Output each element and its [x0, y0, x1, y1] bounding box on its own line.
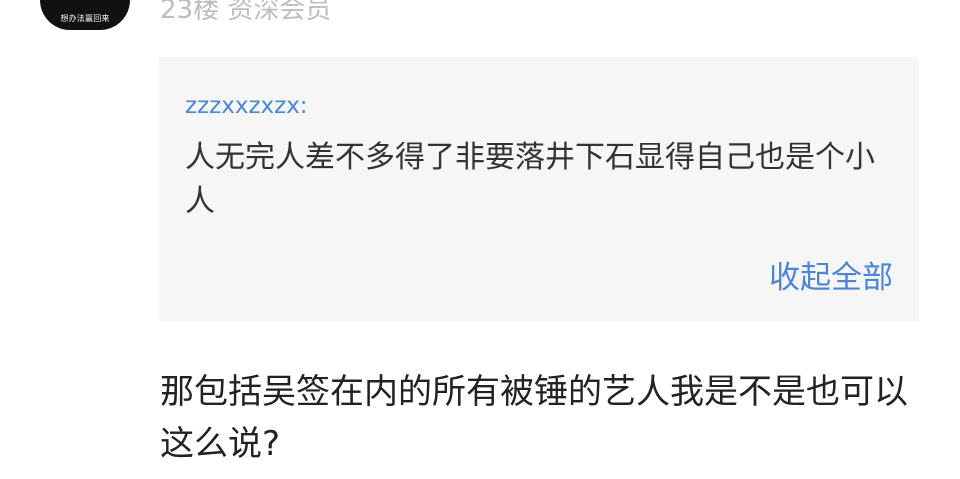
avatar-caption: 想办法赢回来 [60, 14, 110, 23]
reply-text: 那包括吴签在内的所有被锤的艺人我是不是也可以这么说? [160, 372, 908, 464]
floor-and-rank: 23楼 资深会员 [160, 0, 332, 25]
quoted-username[interactable]: zzzxxzxzx: [185, 91, 308, 121]
collapse-all-link[interactable]: 收起全部 [769, 256, 893, 300]
quoted-comment: zzzxxzxzx: 人无完人差不多得了非要落井下石显得自己也是个小人 收起全部 [159, 57, 919, 321]
user-avatar[interactable]: 想办法赢回来 [40, 0, 130, 30]
quoted-text: 人无完人差不多得了非要落井下石显得自己也是个小人 [185, 140, 875, 219]
